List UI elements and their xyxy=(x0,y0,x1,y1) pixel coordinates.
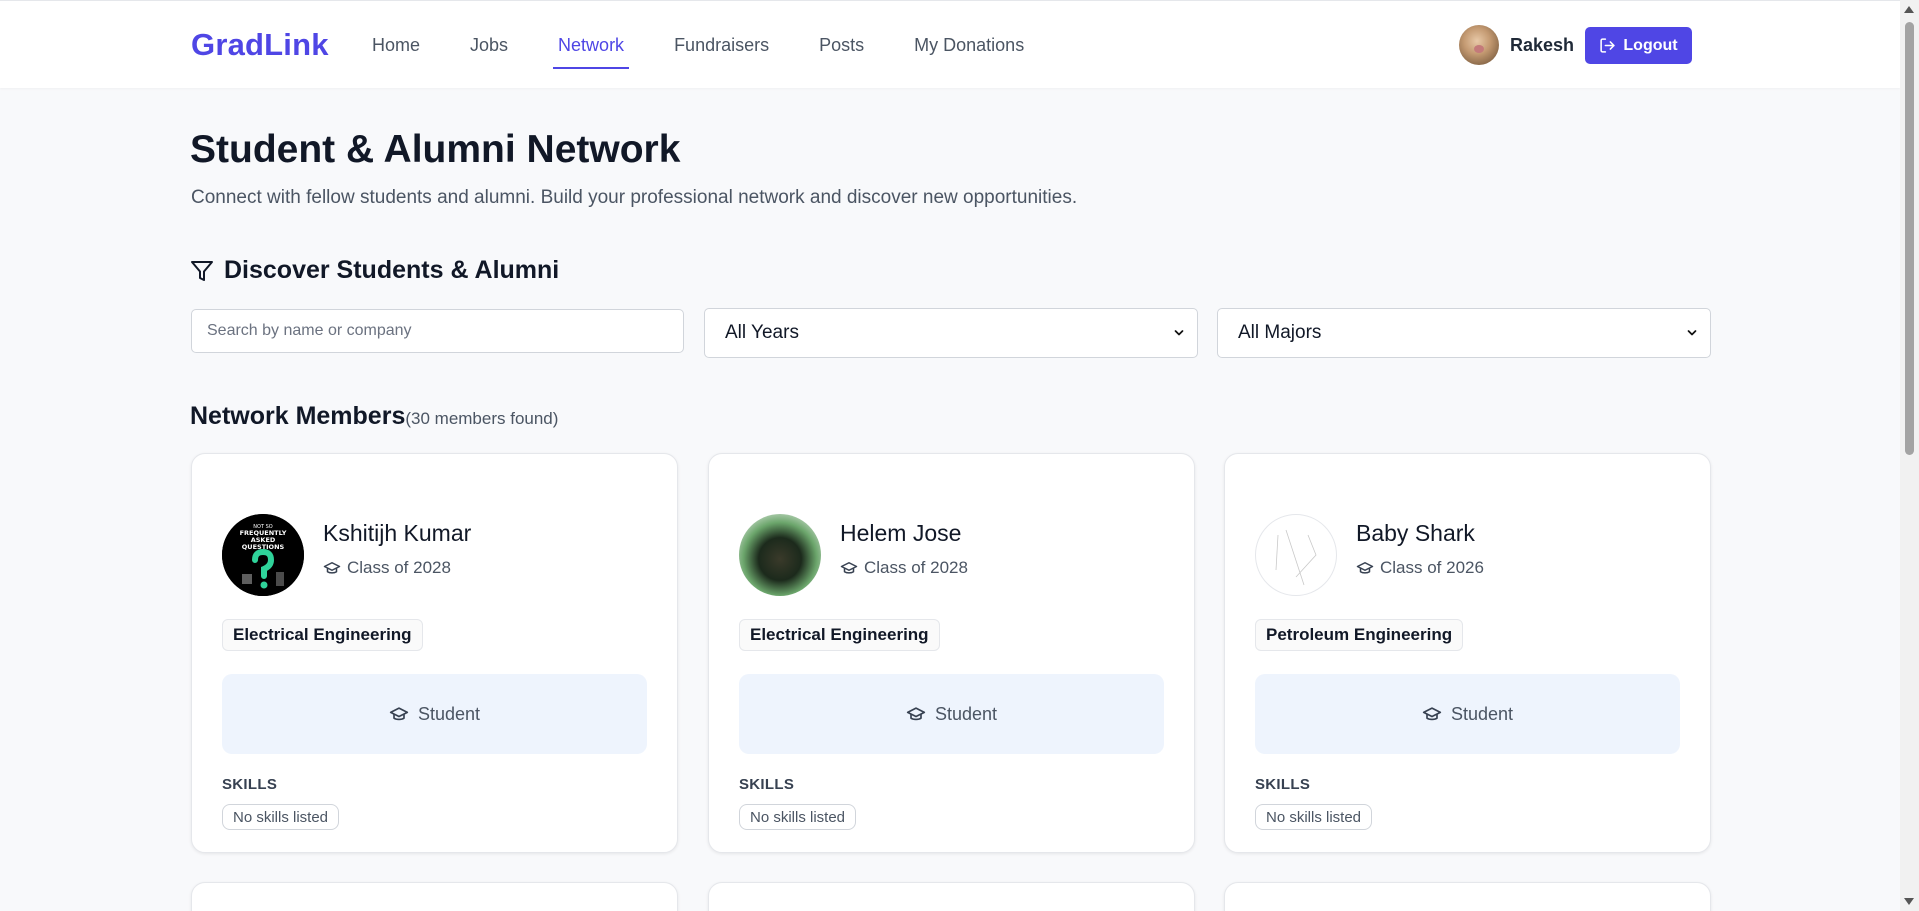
nav-fundraisers[interactable]: Fundraisers xyxy=(674,1,769,89)
main-nav: Home Jobs Network Fundraisers Posts My D… xyxy=(372,1,1074,89)
member-name[interactable]: Helem Jose xyxy=(840,520,961,547)
major-badge: Electrical Engineering xyxy=(739,619,940,651)
graduation-cap-icon xyxy=(840,562,858,574)
scroll-up-arrow-icon[interactable] xyxy=(1904,6,1914,13)
member-avatar-image xyxy=(1275,529,1317,586)
member-class-text: Class of 2028 xyxy=(347,558,451,577)
member-avatar: NOT SO FREQUENTLY ASKED QUESTIONS xyxy=(222,514,304,596)
role-label: Student xyxy=(1450,703,1514,724)
member-card[interactable]: Helem Jose Class of 2028 Electrical Engi… xyxy=(708,453,1195,853)
member-class: Class of 2028 xyxy=(323,558,451,578)
graduation-cap-icon xyxy=(389,707,409,721)
role-label: Student xyxy=(417,703,481,724)
year-select-value: All Years xyxy=(725,322,799,343)
nav-network[interactable]: Network xyxy=(553,1,630,89)
app-logo[interactable]: GradLink xyxy=(191,27,329,63)
member-card[interactable] xyxy=(1224,882,1711,911)
member-avatar-image: NOT SO FREQUENTLY ASKED QUESTIONS xyxy=(222,514,304,596)
member-card[interactable] xyxy=(708,882,1195,911)
search-input[interactable] xyxy=(191,309,684,353)
logout-button[interactable]: Logout xyxy=(1585,27,1692,64)
member-avatar xyxy=(1255,514,1337,596)
user-menu[interactable]: Rakesh xyxy=(1459,25,1574,65)
members-count: (30 members found) xyxy=(405,409,559,428)
user-avatar[interactable] xyxy=(1459,25,1499,65)
skills-label: SKILLS xyxy=(1255,776,1311,793)
filter-heading-text: Discover Students & Alumni xyxy=(224,256,560,284)
member-class-text: Class of 2028 xyxy=(864,558,968,577)
logout-label: Logout xyxy=(1623,36,1678,54)
major-select-value: All Majors xyxy=(1238,322,1322,343)
nav-jobs[interactable]: Jobs xyxy=(470,1,508,89)
page-title: Student & Alumni Network xyxy=(190,128,681,171)
nav-home[interactable]: Home xyxy=(372,1,420,89)
skill-badge: No skills listed xyxy=(739,804,857,830)
skill-badge: No skills listed xyxy=(1255,804,1373,830)
major-badge: Electrical Engineering xyxy=(222,619,423,651)
scroll-thumb[interactable] xyxy=(1905,22,1914,455)
graduation-cap-icon xyxy=(323,562,341,574)
member-name[interactable]: Kshitijh Kumar xyxy=(323,520,471,547)
nav-posts[interactable]: Posts xyxy=(819,1,864,89)
scroll-down-arrow-icon[interactable] xyxy=(1904,898,1914,905)
filter-heading: Discover Students & Alumni xyxy=(190,256,559,285)
page-scrollbar[interactable] xyxy=(1900,0,1919,911)
member-card[interactable] xyxy=(191,882,678,911)
graduation-cap-icon xyxy=(1422,707,1442,721)
user-name: Rakesh xyxy=(1510,34,1575,55)
page-subtitle: Connect with fellow students and alumni.… xyxy=(191,187,1078,208)
role-box: Student xyxy=(222,674,647,754)
filter-icon xyxy=(191,260,213,281)
member-class: Class of 2028 xyxy=(840,558,968,578)
role-label: Student xyxy=(934,703,998,724)
skills-label: SKILLS xyxy=(739,776,795,793)
member-card[interactable]: NOT SO FREQUENTLY ASKED QUESTIONS Kshiti… xyxy=(191,453,678,853)
member-class: Class of 2026 xyxy=(1356,558,1484,578)
role-box: Student xyxy=(1255,674,1680,754)
top-navbar: GradLink Home Jobs Network Fundraisers P… xyxy=(0,0,1900,88)
member-card[interactable]: Baby Shark Class of 2026 Petroleum Engin… xyxy=(1224,453,1711,853)
nav-my-donations[interactable]: My Donations xyxy=(914,1,1024,89)
skills-label: SKILLS xyxy=(222,776,278,793)
member-class-text: Class of 2026 xyxy=(1380,558,1484,577)
year-select[interactable]: All Years xyxy=(704,308,1198,358)
logout-icon xyxy=(1600,38,1616,53)
role-box: Student xyxy=(739,674,1164,754)
member-avatar xyxy=(739,514,821,596)
chevron-down-icon xyxy=(1174,330,1184,336)
members-heading-text: Network Members xyxy=(190,402,406,430)
graduation-cap-icon xyxy=(906,707,926,721)
graduation-cap-icon xyxy=(1356,562,1374,574)
major-select[interactable]: All Majors xyxy=(1217,308,1711,358)
members-heading: Network Members(30 members found) xyxy=(190,402,558,431)
chevron-down-icon xyxy=(1687,330,1697,336)
skill-badge: No skills listed xyxy=(222,804,340,830)
member-name[interactable]: Baby Shark xyxy=(1356,520,1475,547)
major-badge: Petroleum Engineering xyxy=(1255,619,1464,651)
